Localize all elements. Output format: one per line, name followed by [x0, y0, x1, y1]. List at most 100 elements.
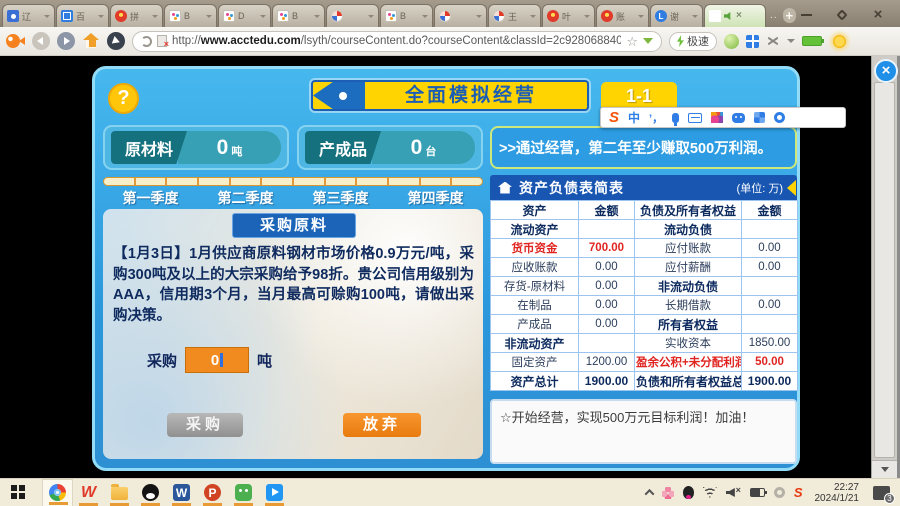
chevron-down-icon[interactable]	[260, 15, 266, 18]
scrollbar-down-button[interactable]	[872, 460, 897, 478]
browser-logo-icon[interactable]	[6, 33, 25, 49]
clock[interactable]: 22:27 2024/1/21	[815, 482, 860, 504]
dropdown-caret-icon[interactable]	[643, 38, 653, 44]
photo-icon	[277, 10, 289, 22]
pointer-button[interactable]	[107, 32, 125, 50]
browser-tab-active[interactable]: ×	[704, 4, 766, 27]
system-tray: × S 22:27 2024/1/21 3	[646, 479, 900, 506]
tab-overflow-dots[interactable]: ..	[770, 10, 778, 21]
browser-tab[interactable]	[326, 4, 379, 27]
minimize-button[interactable]	[796, 7, 816, 23]
confirm-purchase-button[interactable]: 采购	[167, 413, 243, 437]
chevron-down-icon[interactable]	[206, 15, 212, 18]
browser-tab[interactable]: B	[380, 4, 433, 27]
keyboard-icon[interactable]	[688, 113, 702, 123]
inventory-stat: 原材料0吨	[103, 125, 289, 170]
explorer-icon	[111, 487, 128, 500]
tray-settings-icon[interactable]	[774, 487, 785, 498]
chevron-down-icon[interactable]	[368, 15, 374, 18]
start-button[interactable]	[0, 479, 36, 506]
help-button[interactable]: ?	[108, 83, 139, 114]
close-panel-button[interactable]: ×	[874, 59, 898, 83]
chevron-down-icon[interactable]	[152, 15, 158, 18]
wifi-icon[interactable]	[703, 487, 717, 498]
browser-tab[interactable]	[434, 4, 487, 27]
scrollbar-thumb[interactable]	[874, 82, 895, 458]
sogou-logo-icon[interactable]: S	[609, 110, 619, 125]
punctuation-icon[interactable]: ’，	[649, 110, 663, 126]
bs-cell: 0.00	[742, 239, 798, 258]
browser-tab[interactable]: 王	[488, 4, 541, 27]
close-window-button[interactable]: ×	[868, 7, 888, 23]
quarter-label-1: 第一季度	[103, 188, 198, 208]
browser-tab[interactable]: 账	[596, 4, 649, 27]
month-segment	[136, 178, 168, 185]
back-button[interactable]	[32, 32, 50, 50]
chevron-down-icon[interactable]	[98, 15, 104, 18]
url-text[interactable]: http://www.acctedu.com/lsyth/courseConte…	[172, 35, 621, 47]
skin-paw-icon[interactable]	[711, 112, 723, 123]
chevron-down-icon[interactable]	[314, 15, 320, 18]
battery-icon[interactable]	[750, 488, 765, 497]
browser-tab[interactable]: B	[272, 4, 325, 27]
stat-unit: 吨	[231, 143, 242, 159]
month-progress-track	[103, 177, 483, 186]
home-button[interactable]	[82, 33, 100, 49]
scissors-icon[interactable]	[766, 35, 780, 47]
chevron-down-icon[interactable]	[584, 15, 590, 18]
collapse-triangle-icon[interactable]	[787, 180, 796, 196]
brightness-icon[interactable]	[833, 35, 846, 48]
ime-settings-icon[interactable]	[774, 112, 785, 123]
bs-row: 流动资产流动负债	[491, 220, 798, 239]
browser-tab[interactable]: L谢	[650, 4, 703, 27]
apps-grid-icon[interactable]	[746, 35, 759, 48]
chinese-mode-icon[interactable]: 中	[628, 109, 640, 126]
tools-caret-icon[interactable]	[787, 39, 795, 43]
sogou-tray-icon[interactable]: S	[794, 485, 803, 500]
toolbox-grid-icon[interactable]	[754, 112, 765, 123]
bookmark-star-icon[interactable]: ☆	[626, 35, 638, 48]
restore-button[interactable]	[832, 7, 852, 23]
microphone-icon[interactable]	[672, 113, 679, 123]
chevron-down-icon[interactable]	[638, 15, 644, 18]
chevron-down-icon[interactable]	[692, 15, 698, 18]
browser-tab[interactable]: 叶	[542, 4, 595, 27]
browser-tab[interactable]: 拼	[110, 4, 163, 27]
tray-qq-icon[interactable]	[683, 486, 694, 499]
volume-muted-icon[interactable]: ×	[726, 487, 741, 498]
page-scrollbar[interactable]	[871, 56, 897, 478]
browser-tab[interactable]: D	[218, 4, 271, 27]
chevron-down-icon[interactable]	[422, 15, 428, 18]
bs-row: 固定资产1200.00盈余公积+未分配利润50.00	[491, 353, 798, 372]
cancel-purchase-button[interactable]: 放弃	[343, 413, 421, 437]
tray-expand-icon[interactable]	[644, 489, 654, 499]
taskbar-app-explorer[interactable]	[104, 479, 135, 506]
new-tab-button[interactable]: +	[783, 8, 796, 23]
taskbar-app-video-player[interactable]	[259, 479, 290, 506]
browser-tab[interactable]: B	[164, 4, 217, 27]
address-bar[interactable]: × http://www.acctedu.com/lsyth/courseCon…	[132, 31, 662, 52]
taskbar-app-wechat[interactable]	[228, 479, 259, 506]
ime-toolbar[interactable]: S 中 ’，	[600, 107, 846, 128]
plugin-ball-icon[interactable]	[724, 34, 739, 49]
tray-flower-icon[interactable]	[662, 487, 674, 499]
speed-mode-badge[interactable]: 极速	[669, 32, 717, 51]
chevron-down-icon[interactable]	[530, 15, 536, 18]
browser-tab[interactable]: 百	[56, 4, 109, 27]
assistant-robot-icon[interactable]	[732, 113, 745, 123]
tab-label: 百	[76, 10, 95, 23]
notification-center[interactable]: 3	[873, 486, 890, 500]
battery-saver-icon[interactable]	[802, 36, 822, 46]
browser-tab[interactable]: 辽	[2, 4, 55, 27]
taskbar-app-word[interactable]: W	[166, 479, 197, 506]
taskbar-app-wps[interactable]: W	[73, 479, 104, 506]
refresh-icon[interactable]	[141, 36, 152, 47]
taskbar-app-browser[interactable]	[42, 479, 73, 506]
chevron-down-icon[interactable]	[44, 15, 50, 18]
taskbar-app-qq[interactable]	[135, 479, 166, 506]
taskbar-app-powerpoint[interactable]: P	[197, 479, 228, 506]
close-tab-icon[interactable]: ×	[736, 11, 742, 21]
purchase-quantity-input[interactable]: 0	[185, 347, 249, 373]
chevron-down-icon[interactable]	[476, 15, 482, 18]
forward-button[interactable]	[57, 32, 75, 50]
